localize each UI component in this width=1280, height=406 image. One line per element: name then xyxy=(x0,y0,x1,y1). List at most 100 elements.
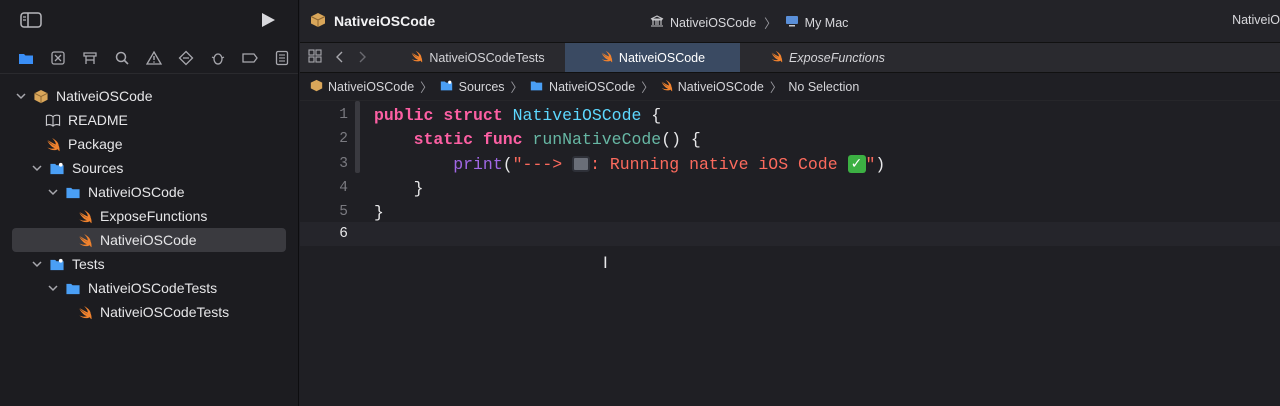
report-icon[interactable] xyxy=(266,42,298,74)
line-number: 3 xyxy=(339,156,348,172)
scheme-selector[interactable]: NativeiOSCode 〉 My Mac xyxy=(650,13,848,32)
chevron-right-icon: 〉 xyxy=(769,81,783,95)
code-text: print("---> : Running native iOS Code ✓ "… xyxy=(453,154,886,174)
chevron-down-icon[interactable] xyxy=(46,281,60,295)
window-toolbar: NativeiOSCode NativeiOSCode 〉 My Mac Nat… xyxy=(300,0,1280,42)
swift-icon xyxy=(770,50,783,66)
tab-label: ExposeFunctions xyxy=(789,50,885,65)
tree-row-tests-folder[interactable]: NativeiOSCodeTests xyxy=(0,276,298,300)
tree-row-tests-file[interactable]: NativeiOSCodeTests xyxy=(0,300,298,324)
text-cursor-icon: I xyxy=(603,253,608,272)
warning-icon[interactable] xyxy=(138,42,170,74)
breadcrumb-label: NativeiOSCode xyxy=(549,79,636,94)
chevron-right-icon: 〉 xyxy=(420,81,433,95)
code-text: } xyxy=(413,178,424,198)
tree-row-sources-folder[interactable]: NativeiOSCode xyxy=(0,180,298,204)
folder-icon[interactable] xyxy=(10,42,42,74)
chevron-down-icon[interactable] xyxy=(14,89,28,103)
tree-row-readme[interactable]: README xyxy=(0,108,298,132)
code-line[interactable]: 2 static func runNativeCode() { xyxy=(300,127,1280,151)
code-editor[interactable]: 1 public struct NativeiOSCode { 2 static… xyxy=(300,101,1280,406)
tree-row-project[interactable]: NativeiOSCode xyxy=(0,84,298,108)
tree-row-expose-functions[interactable]: ExposeFunctions xyxy=(0,204,298,228)
swift-icon xyxy=(76,208,94,224)
tree-label: NativeiOSCodeTests xyxy=(88,280,218,296)
breadcrumb-folder[interactable]: NativeiOSCode xyxy=(529,79,635,95)
chevron-right-icon: 〉 xyxy=(510,81,524,95)
package-icon xyxy=(310,12,326,31)
editor-area: NativeiOSCode NativeiOSCode 〉 My Mac Nat… xyxy=(300,0,1280,406)
code-line[interactable]: 4 } xyxy=(300,176,1280,200)
breadcrumb-selection[interactable]: No Selection xyxy=(788,80,859,94)
code-text: static func runNativeCode() { xyxy=(413,129,701,149)
navigator-tabs xyxy=(0,42,298,74)
breadcrumb-project[interactable]: NativeiOSCode xyxy=(310,79,414,95)
line-number: 5 xyxy=(339,204,348,220)
tab-label: NativeiOSCodeTests xyxy=(429,50,545,65)
tab-label: NativeiOSCode xyxy=(618,50,706,65)
tree-row-native-ios-code-selected[interactable]: NativeiOSCode xyxy=(12,228,286,252)
tab-navigation xyxy=(300,43,390,72)
swift-icon xyxy=(600,50,613,66)
grid-icon[interactable] xyxy=(308,49,322,66)
project-tree: NativeiOSCode README Package Sources Nat… xyxy=(0,74,298,324)
scheme-name[interactable]: NativeiOSCode xyxy=(670,16,756,30)
line-number: 6 xyxy=(339,226,348,242)
chevron-down-icon[interactable] xyxy=(46,185,60,199)
book-icon xyxy=(44,112,62,128)
tree-label: README xyxy=(68,112,128,128)
tab-expose-functions[interactable]: ExposeFunctions xyxy=(740,43,915,72)
line-number: 4 xyxy=(339,180,348,196)
chevron-right-icon: 〉 xyxy=(641,81,654,95)
code-line-current[interactable]: 6 xyxy=(300,222,1280,246)
debug-icon[interactable] xyxy=(202,42,234,74)
tree-label: NativeiOSCode xyxy=(56,88,153,104)
scheme-icon xyxy=(650,14,664,31)
tree-row-tests[interactable]: Tests xyxy=(0,252,298,276)
chevron-right-icon[interactable] xyxy=(358,50,366,66)
tree-label: Sources xyxy=(72,160,124,176)
line-number: 2 xyxy=(339,131,348,147)
swift-icon xyxy=(660,79,673,95)
code-text: } xyxy=(374,202,384,222)
folder-icon xyxy=(529,79,544,95)
test-icon[interactable] xyxy=(170,42,202,74)
swift-icon xyxy=(410,50,423,66)
package-icon xyxy=(32,88,50,104)
code-text: public struct NativeiOSCode { xyxy=(374,105,662,125)
code-line[interactable]: 3 print("---> : Running native iOS Code … xyxy=(300,152,1280,176)
folder-icon xyxy=(48,160,66,176)
checkmark-icon: ✓ xyxy=(847,155,866,174)
search-icon[interactable] xyxy=(106,42,138,74)
code-line[interactable]: 5 } xyxy=(300,200,1280,224)
swift-icon xyxy=(76,304,94,320)
chevron-down-icon[interactable] xyxy=(30,257,44,271)
symbol-icon[interactable] xyxy=(74,42,106,74)
sidebar-toggle-icon[interactable] xyxy=(20,11,42,31)
swift-icon xyxy=(76,232,94,248)
activity-status: NativeiO xyxy=(1232,13,1280,27)
tab-native-ios-code-tests[interactable]: NativeiOSCodeTests xyxy=(390,43,565,72)
run-icon[interactable] xyxy=(260,12,276,31)
breadcrumb-sources[interactable]: Sources xyxy=(439,79,505,95)
breadcrumb-file[interactable]: NativeiOSCode xyxy=(660,79,764,95)
tab-native-ios-code[interactable]: NativeiOSCode xyxy=(565,43,740,72)
chevron-left-icon[interactable] xyxy=(336,50,344,66)
chevron-right-icon: 〉 xyxy=(764,17,777,31)
tree-row-sources[interactable]: Sources xyxy=(0,156,298,180)
breadcrumb: NativeiOSCode 〉 Sources 〉 NativeiOSCode … xyxy=(300,73,1280,101)
navigator-sidebar: NativeiOSCode README Package Sources Nat… xyxy=(0,0,299,406)
tree-label: ExposeFunctions xyxy=(100,208,208,224)
breadcrumb-label: NativeiOSCode xyxy=(328,79,415,94)
project-title: NativeiOSCode xyxy=(334,13,436,29)
source-control-icon[interactable] xyxy=(42,42,74,74)
folder-icon xyxy=(64,280,82,296)
code-line[interactable]: 1 public struct NativeiOSCode { xyxy=(300,103,1280,127)
tree-row-package[interactable]: Package xyxy=(0,132,298,156)
chevron-down-icon[interactable] xyxy=(30,161,44,175)
folder-icon xyxy=(439,79,454,95)
breadcrumb-label: No Selection xyxy=(788,79,860,94)
tv-icon xyxy=(572,156,591,173)
breakpoint-icon[interactable] xyxy=(234,42,266,74)
destination-name[interactable]: My Mac xyxy=(805,16,849,30)
